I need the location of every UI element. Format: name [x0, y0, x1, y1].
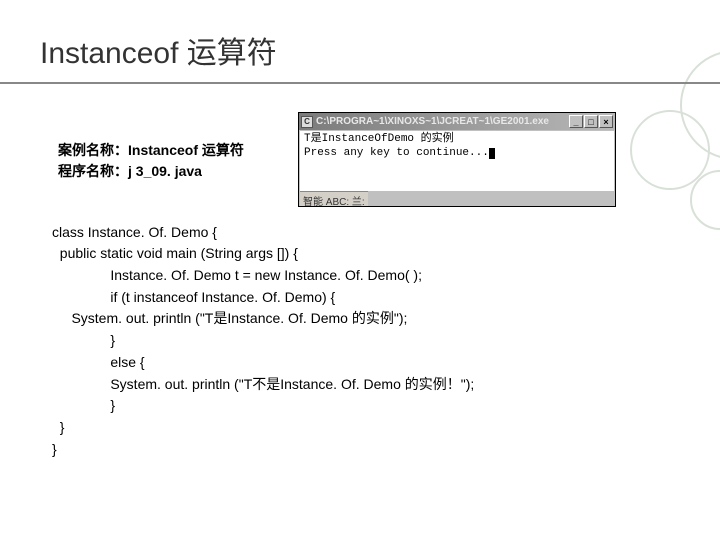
console-output: T是InstanceOfDemo 的实例 Press any key to co…	[300, 131, 614, 191]
code-line: System. out. println ("T是Instance. Of. D…	[52, 310, 407, 326]
ime-status-bar: 智能 ABC: 兰:	[300, 191, 368, 206]
code-line: }	[52, 332, 115, 348]
maximize-button[interactable]: □	[584, 115, 598, 128]
code-block: class Instance. Of. Demo { public static…	[52, 200, 474, 460]
title-underline	[0, 82, 720, 84]
meta-label-prog: 程序名称：	[58, 163, 128, 179]
code-line: else {	[52, 354, 145, 370]
meta-prog-name: j 3_09. java	[128, 163, 202, 179]
code-line: }	[52, 441, 57, 457]
minimize-button[interactable]: _	[569, 115, 583, 128]
slide-title: Instanceof 运算符	[40, 28, 277, 72]
code-line: Instance. Of. Demo t = new Instance. Of.…	[52, 267, 422, 283]
console-line: T是InstanceOfDemo 的实例	[304, 133, 610, 147]
code-line: class Instance. Of. Demo {	[52, 224, 217, 240]
meta-case-name: Instanceof 运算符	[128, 142, 244, 158]
window-titlebar[interactable]: C C:\PROGRA~1\XINOXS~1\JCREAT~1\GE2001.e…	[299, 113, 615, 130]
console-line: Press any key to continue...	[304, 147, 489, 159]
meta-block: 案例名称：Instanceof 运算符 程序名称：j 3_09. java	[58, 140, 244, 182]
meta-label-case: 案例名称：	[58, 142, 128, 158]
cursor-icon	[489, 148, 495, 159]
code-line: }	[52, 397, 115, 413]
code-line: if (t instanceof Instance. Of. Demo) {	[52, 289, 335, 305]
code-line: }	[52, 419, 64, 435]
code-line: System. out. println ("T不是Instance. Of. …	[52, 376, 474, 392]
close-button[interactable]: ×	[599, 115, 613, 128]
console-window: C C:\PROGRA~1\XINOXS~1\JCREAT~1\GE2001.e…	[298, 112, 616, 207]
code-line: public static void main (String args [])…	[52, 245, 298, 261]
window-title: C:\PROGRA~1\XINOXS~1\JCREAT~1\GE2001.exe	[316, 116, 549, 127]
app-icon: C	[301, 116, 313, 128]
